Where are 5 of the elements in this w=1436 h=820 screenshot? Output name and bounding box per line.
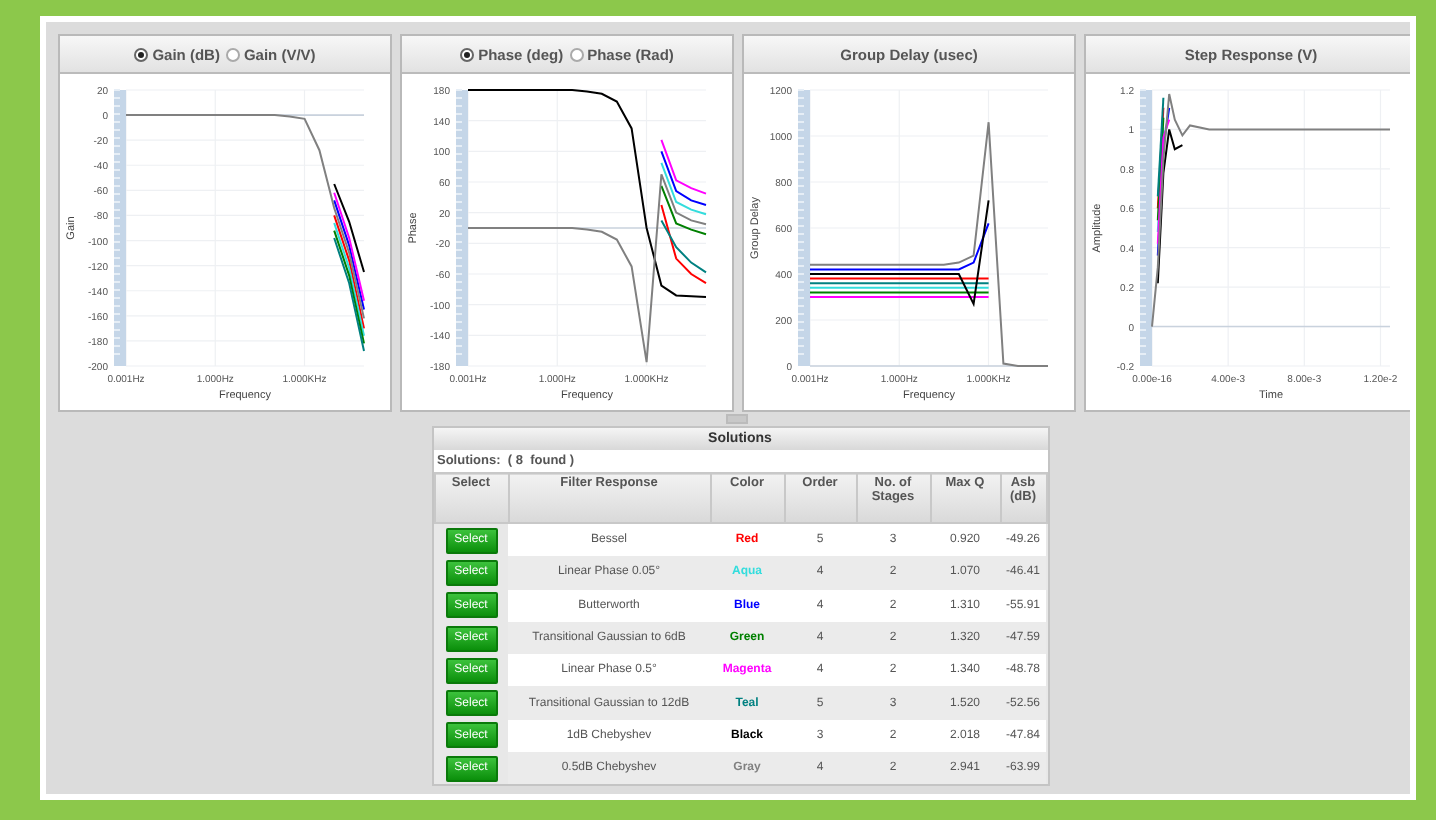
resize-handle[interactable] — [725, 414, 747, 424]
radio-icon[interactable] — [225, 47, 240, 61]
radio-icon[interactable] — [134, 47, 149, 61]
radio-icon[interactable] — [460, 47, 475, 61]
radio-icon[interactable] — [569, 47, 584, 61]
